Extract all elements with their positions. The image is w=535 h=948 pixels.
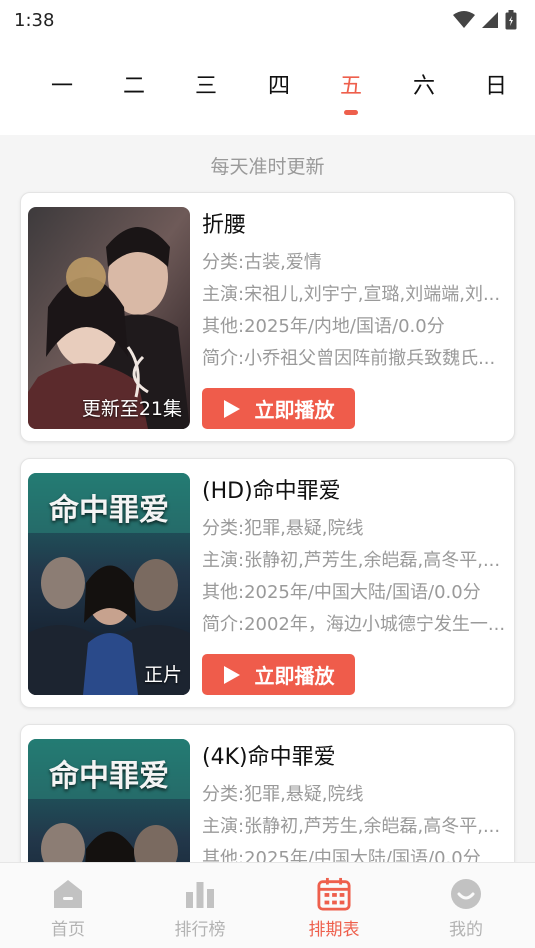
- home-icon: [51, 877, 85, 911]
- show-other: 其他:2025年/内地/国语/0.0分: [202, 316, 445, 337]
- tab-label: 排行榜: [174, 920, 226, 940]
- show-info: (4K)命中罪爱 分类:犯罪,悬疑,院线 主演:张静初,芦芳生,余皑磊,高冬平,…: [202, 743, 512, 875]
- play-button-label: 立即播放: [254, 398, 335, 422]
- tab-mine[interactable]: 我的: [416, 863, 516, 948]
- day-tab-tue[interactable]: 二: [109, 68, 159, 100]
- episode-tag: 更新至21集: [81, 398, 182, 420]
- show-poster[interactable]: 命中罪爱 正片: [28, 473, 190, 695]
- show-title[interactable]: 折腰: [202, 211, 512, 243]
- day-tab-fri[interactable]: 五: [326, 68, 376, 100]
- show-category: 分类:古装,爱情: [202, 252, 322, 273]
- schedule-subtitle: 每天准时更新: [210, 156, 325, 178]
- day-tab-sun[interactable]: 日: [471, 68, 521, 100]
- show-title[interactable]: (HD)命中罪爱: [202, 477, 512, 509]
- weekday-selector: 一 二 三 四 五 六 日: [0, 40, 535, 135]
- bar-chart-icon: [183, 877, 217, 911]
- day-tab-mon[interactable]: 一: [37, 68, 87, 100]
- status-time: 1:38: [14, 9, 55, 31]
- day-tab-sat[interactable]: 六: [399, 68, 449, 100]
- play-now-button[interactable]: 立即播放: [202, 654, 355, 695]
- show-cast: 主演:张静初,芦芳生,余皑磊,高冬平,...: [202, 550, 501, 571]
- wifi-icon: [453, 11, 475, 28]
- play-icon: [223, 665, 240, 684]
- poster-title-art: 命中罪爱: [49, 759, 169, 794]
- status-bar: 1:38: [0, 0, 535, 40]
- show-card[interactable]: 更新至21集 折腰 分类:古装,爱情 主演:宋祖儿,刘宇宁,宣璐,刘端端,刘..…: [20, 192, 515, 442]
- active-day-indicator: [344, 110, 358, 115]
- tab-ranking[interactable]: 排行榜: [150, 863, 250, 948]
- smiley-icon: [449, 877, 483, 911]
- show-title[interactable]: (4K)命中罪爱: [202, 743, 512, 775]
- day-tab-wed[interactable]: 三: [181, 68, 231, 100]
- show-category: 分类:犯罪,悬疑,院线: [202, 518, 364, 539]
- status-icons: [453, 10, 517, 30]
- day-tab-thu[interactable]: 四: [254, 68, 304, 100]
- show-info: (HD)命中罪爱 分类:犯罪,悬疑,院线 主演:张静初,芦芳生,余皑磊,高冬平,…: [202, 477, 512, 641]
- show-cast: 主演:宋祖儿,刘宇宁,宣璐,刘端端,刘...: [202, 284, 501, 305]
- show-summary: 简介:2002年，海边小城德宁发生一...: [202, 614, 506, 635]
- show-poster[interactable]: 更新至21集: [28, 207, 190, 429]
- show-info: 折腰 分类:古装,爱情 主演:宋祖儿,刘宇宁,宣璐,刘端端,刘... 其他:20…: [202, 211, 512, 375]
- show-cast: 主演:张静初,芦芳生,余皑磊,高冬平,...: [202, 816, 501, 837]
- show-other: 其他:2025年/中国大陆/国语/0.0分: [202, 582, 481, 603]
- play-button-label: 立即播放: [254, 664, 335, 688]
- poster-title-art: 命中罪爱: [49, 493, 169, 528]
- play-icon: [223, 399, 240, 418]
- signal-icon: [482, 12, 498, 28]
- tab-label: 我的: [449, 920, 483, 940]
- show-summary: 简介:小乔祖父曾因阵前撤兵致魏氏...: [202, 348, 496, 369]
- show-category: 分类:犯罪,悬疑,院线: [202, 784, 364, 805]
- calendar-icon: [317, 877, 351, 911]
- tab-home[interactable]: 首页: [18, 863, 118, 948]
- show-card[interactable]: 命中罪爱 正片 (HD)命中罪爱 分类:犯罪,悬疑,院线 主演:张静初,芦芳生,…: [20, 458, 515, 708]
- tab-label: 排期表: [308, 920, 360, 940]
- tab-label: 首页: [51, 920, 85, 940]
- tab-schedule[interactable]: 排期表: [284, 863, 384, 948]
- bottom-tab-bar: 首页 排行榜 排期表 我的: [0, 862, 535, 948]
- play-now-button[interactable]: 立即播放: [202, 388, 355, 429]
- episode-tag: 正片: [143, 664, 182, 686]
- battery-icon: [505, 10, 517, 30]
